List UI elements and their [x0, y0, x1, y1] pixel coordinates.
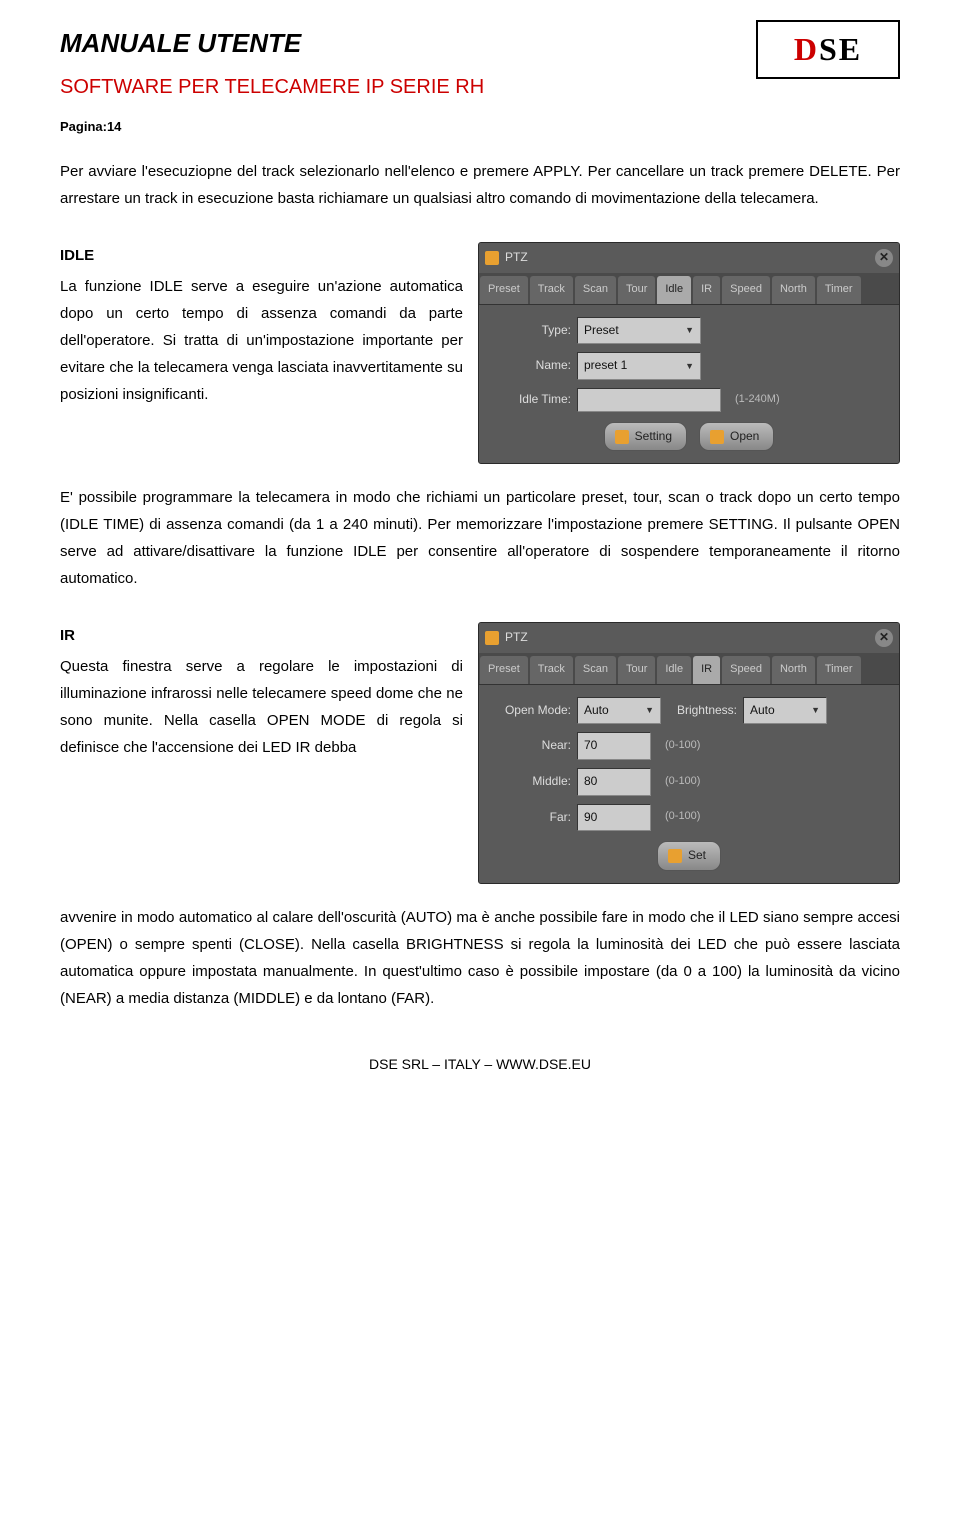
open-button[interactable]: Open [699, 422, 774, 452]
tab-north[interactable]: North [772, 276, 815, 304]
far-hint: (0-100) [665, 807, 700, 827]
idle-section-row: IDLE La funzione IDLE serve a eseguire u… [60, 242, 900, 464]
tab-track[interactable]: Track [530, 656, 573, 684]
brightness-label: Brightness: [667, 700, 737, 722]
logo-d: D [794, 21, 819, 79]
logo-e: E [839, 21, 862, 79]
far-value: 90 [584, 807, 597, 829]
ir-left-column: IR Questa finestra serve a regolare le i… [60, 622, 463, 883]
open-mode-value: Auto [584, 700, 609, 722]
middle-label: Middle: [489, 771, 571, 793]
idle-left-column: IDLE La funzione IDLE serve a eseguire u… [60, 242, 463, 464]
close-icon[interactable]: ✕ [875, 629, 893, 647]
tab-speed[interactable]: Speed [722, 276, 770, 304]
header-left: MANUALE UTENTE SOFTWARE PER TELECAMERE I… [60, 20, 484, 105]
ptz-idle-body: Type: Preset ▼ Name: preset 1 ▼ Idle Tim… [479, 305, 899, 464]
idle-left-text: La funzione IDLE serve a eseguire un'azi… [60, 278, 463, 403]
tab-tour[interactable]: Tour [618, 276, 655, 304]
intro-paragraph: Per avviare l'esecuziopne del track sele… [60, 158, 900, 212]
set-button[interactable]: Set [657, 841, 721, 871]
brightness-select[interactable]: Auto ▼ [743, 697, 827, 725]
name-value: preset 1 [584, 355, 627, 377]
name-label: Name: [489, 355, 571, 377]
ptz-icon [485, 251, 499, 265]
tab-scan[interactable]: Scan [575, 656, 616, 684]
tab-track[interactable]: Track [530, 276, 573, 304]
tab-ir[interactable]: IR [693, 276, 720, 304]
type-value: Preset [584, 320, 619, 342]
dse-logo: DSE [756, 20, 900, 79]
type-label: Type: [489, 320, 571, 342]
tab-ir[interactable]: IR [693, 656, 720, 684]
setting-icon [615, 430, 629, 444]
tab-preset[interactable]: Preset [480, 656, 528, 684]
far-label: Far: [489, 807, 571, 829]
chevron-down-icon: ▼ [811, 702, 820, 718]
tab-speed[interactable]: Speed [722, 656, 770, 684]
tab-idle[interactable]: Idle [657, 276, 691, 304]
chevron-down-icon: ▼ [685, 322, 694, 338]
chevron-down-icon: ▼ [685, 358, 694, 374]
setting-label: Setting [635, 426, 672, 448]
near-input[interactable]: 70 [577, 732, 651, 760]
ir-section-row: IR Questa finestra serve a regolare le i… [60, 622, 900, 883]
page-header: MANUALE UTENTE SOFTWARE PER TELECAMERE I… [60, 20, 900, 105]
ptz-ir-tabs: Preset Track Scan Tour Idle IR Speed Nor… [479, 653, 899, 685]
ptz-ir-body: Open Mode: Auto ▼ Brightness: Auto ▼ Nea… [479, 685, 899, 883]
tab-idle[interactable]: Idle [657, 656, 691, 684]
ir-after-text: avvenire in modo automatico al calare de… [60, 904, 900, 1012]
set-label: Set [688, 845, 706, 867]
tab-timer[interactable]: Timer [817, 656, 861, 684]
near-hint: (0-100) [665, 736, 700, 756]
tab-tour[interactable]: Tour [618, 656, 655, 684]
manual-title: MANUALE UTENTE [60, 20, 484, 67]
idle-time-hint: (1-240M) [735, 390, 780, 410]
setting-button[interactable]: Setting [604, 422, 687, 452]
close-icon[interactable]: ✕ [875, 249, 893, 267]
ptz-idle-panel: PTZ ✕ Preset Track Scan Tour Idle IR Spe… [478, 242, 900, 464]
page-number: Pagina:14 [60, 115, 900, 138]
ptz-ir-panel: PTZ ✕ Preset Track Scan Tour Idle IR Spe… [478, 622, 900, 883]
tab-north[interactable]: North [772, 656, 815, 684]
ptz-idle-titlebar: PTZ ✕ [479, 243, 899, 273]
ptz-ir-title: PTZ [505, 627, 528, 649]
idle-time-label: Idle Time: [489, 389, 571, 411]
type-select[interactable]: Preset ▼ [577, 317, 701, 345]
idle-time-input[interactable] [577, 388, 721, 412]
ptz-ir-titlebar: PTZ ✕ [479, 623, 899, 653]
ir-heading: IR [60, 622, 463, 649]
ir-left-text: Questa finestra serve a regolare le impo… [60, 658, 463, 756]
middle-value: 80 [584, 771, 597, 793]
name-select[interactable]: preset 1 ▼ [577, 352, 701, 380]
near-label: Near: [489, 735, 571, 757]
open-mode-select[interactable]: Auto ▼ [577, 697, 661, 725]
chevron-down-icon: ▼ [645, 702, 654, 718]
ptz-idle-tabs: Preset Track Scan Tour Idle IR Speed Nor… [479, 273, 899, 305]
tab-preset[interactable]: Preset [480, 276, 528, 304]
open-mode-label: Open Mode: [489, 700, 571, 722]
tab-timer[interactable]: Timer [817, 276, 861, 304]
idle-after-text: E' possibile programmare la telecamera i… [60, 484, 900, 592]
brightness-value: Auto [750, 700, 775, 722]
idle-heading: IDLE [60, 242, 463, 269]
open-label: Open [730, 426, 759, 448]
manual-subtitle: SOFTWARE PER TELECAMERE IP SERIE RH [60, 69, 484, 105]
ptz-idle-title: PTZ [505, 247, 528, 269]
logo-s: S [819, 21, 839, 79]
ptz-icon [485, 631, 499, 645]
page-footer: DSE SRL – ITALY – WWW.DSE.EU [60, 1052, 900, 1077]
near-value: 70 [584, 735, 597, 757]
tab-scan[interactable]: Scan [575, 276, 616, 304]
open-icon [710, 430, 724, 444]
middle-hint: (0-100) [665, 772, 700, 792]
middle-input[interactable]: 80 [577, 768, 651, 796]
set-icon [668, 849, 682, 863]
far-input[interactable]: 90 [577, 804, 651, 832]
